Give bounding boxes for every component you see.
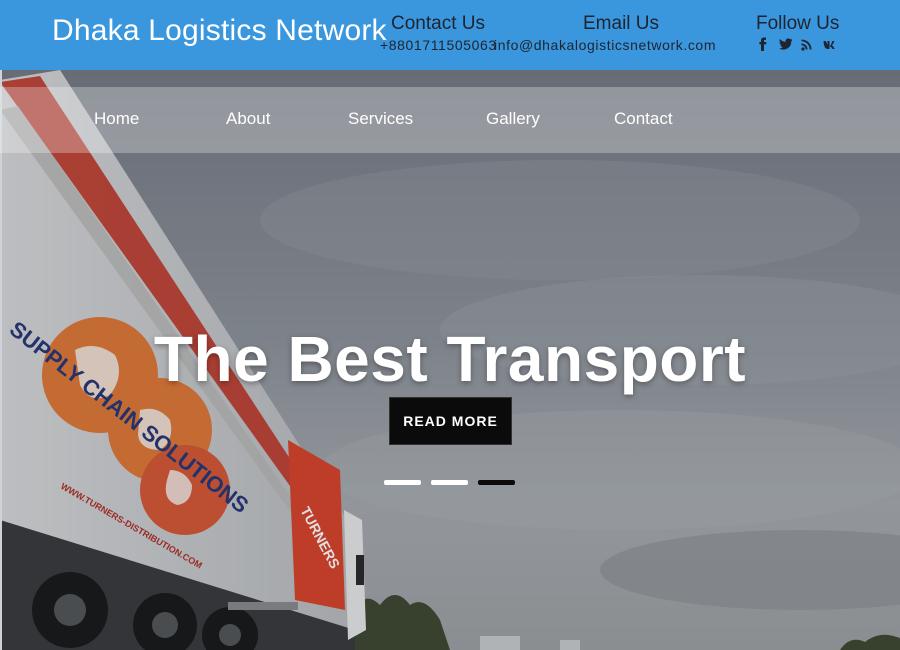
- site-brand[interactable]: Dhaka Logistics Network: [52, 14, 387, 48]
- social-links: [757, 37, 835, 51]
- email-heading: Email Us: [583, 13, 660, 34]
- nav-item-gallery[interactable]: Gallery: [486, 109, 540, 129]
- contact-heading: Contact Us: [391, 13, 485, 34]
- nav-item-home[interactable]: Home: [94, 109, 139, 129]
- read-more-button[interactable]: READ MORE: [389, 397, 512, 445]
- slider-dot-1[interactable]: [384, 480, 421, 485]
- hero-title: The Best Transport: [153, 323, 747, 395]
- slider-indicators: [384, 480, 515, 485]
- twitter-icon[interactable]: [779, 37, 793, 51]
- vk-icon[interactable]: [823, 37, 835, 51]
- contact-phone[interactable]: +8801711505063: [380, 37, 497, 53]
- main-nav: Home About Services Gallery Contact: [0, 87, 900, 153]
- top-header: Dhaka Logistics Network Contact Us +8801…: [0, 0, 900, 70]
- facebook-icon[interactable]: [757, 37, 769, 51]
- slider-dot-2[interactable]: [431, 480, 468, 485]
- nav-item-about[interactable]: About: [226, 109, 270, 129]
- contact-email[interactable]: info@dhakalogisticsnetwork.com: [494, 37, 716, 53]
- nav-item-services[interactable]: Services: [348, 109, 413, 129]
- rss-icon[interactable]: [801, 37, 813, 51]
- follow-heading: Follow Us: [756, 13, 840, 34]
- nav-item-contact[interactable]: Contact: [614, 109, 673, 129]
- slider-dot-3[interactable]: [478, 480, 515, 485]
- hero-slider: TURNERS SUPPLY CHAIN SOLUTIONS WWW.TURNE…: [0, 70, 900, 650]
